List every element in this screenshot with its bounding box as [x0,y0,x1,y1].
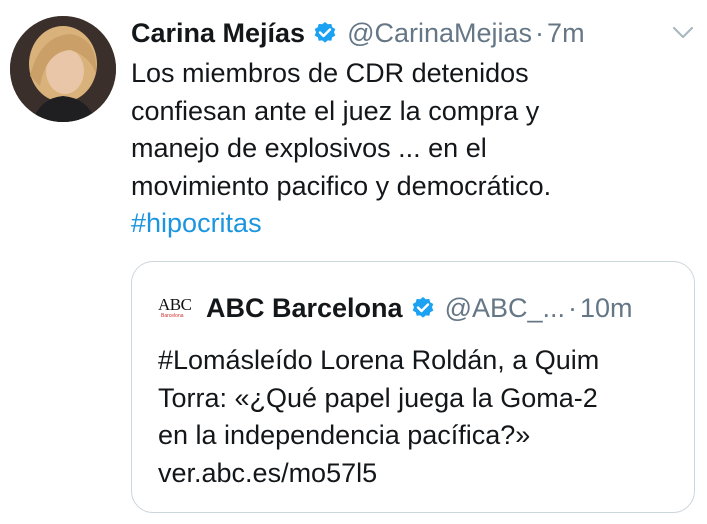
separator-dot: · [535,17,545,48]
quoted-text-line: Torra: «¿Qué papel juega la Goma-2 [158,382,598,413]
quoted-text-link[interactable]: ver.abc.es/mo57l5 [158,455,678,493]
tweet-text-line: Los miembros de CDR detenidos [131,58,529,88]
logo-text: ABC [158,295,192,314]
author-handle[interactable]: @CarinaMejias [347,18,532,49]
tweet-header: Carina Mejías @CarinaMejias · 7m [131,14,687,52]
logo-subtext: Barcelona [161,313,184,319]
tweet-text-line: manejo de explosivos ... en el [131,133,487,163]
timestamp[interactable]: 7m [547,18,585,49]
chevron-down-icon[interactable] [671,22,695,42]
separator-dot: · [568,292,578,323]
verified-badge-icon [313,21,337,45]
avatar[interactable] [10,16,116,122]
quoted-tweet-header: ABC Barcelona ABC Barcelona @ABC_... · 1… [158,288,674,328]
quoted-author-name[interactable]: ABC Barcelona [206,293,403,324]
quoted-text-line: en la independencia pacífica?» [158,420,531,450]
hashtag-link[interactable]: #hipocritas [131,205,691,243]
quoted-text-line: #Lomásleído Lorena Roldán, a Quim [158,345,600,375]
quoted-timestamp[interactable]: 10m [580,293,633,324]
quoted-author-handle[interactable]: @ABC_... [445,293,565,324]
tweet-text: Los miembros de CDR detenidos confiesan … [131,55,691,243]
tweet-text-line: confiesan ante el juez la compra y [131,95,540,126]
verified-badge-icon [411,296,435,320]
quoted-tweet-text: #Lomásleído Lorena Roldán, a Quim Torra:… [158,342,678,492]
author-name[interactable]: Carina Mejías [131,18,305,49]
abc-logo[interactable]: ABC Barcelona [158,293,196,323]
quoted-tweet-card[interactable]: ABC Barcelona ABC Barcelona @ABC_... · 1… [131,261,695,513]
tweet-text-line: movimiento pacifico y democrático. [131,170,552,201]
